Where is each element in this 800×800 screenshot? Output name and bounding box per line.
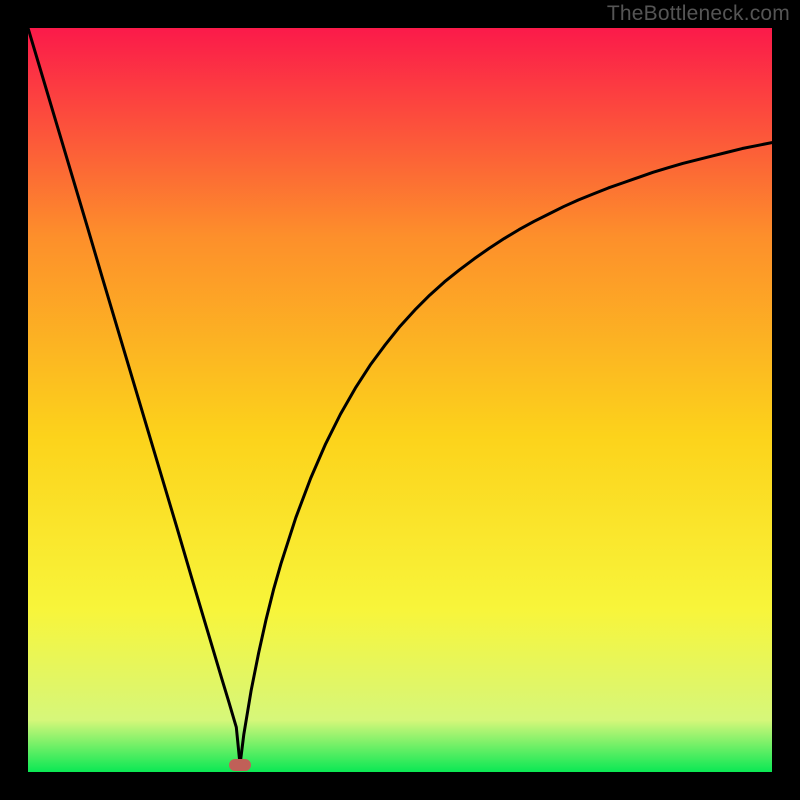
chart-frame: TheBottleneck.com	[0, 0, 800, 800]
min-marker	[229, 759, 251, 771]
plot-area	[28, 28, 772, 772]
plot-svg	[28, 28, 772, 772]
watermark-text: TheBottleneck.com	[607, 2, 790, 26]
